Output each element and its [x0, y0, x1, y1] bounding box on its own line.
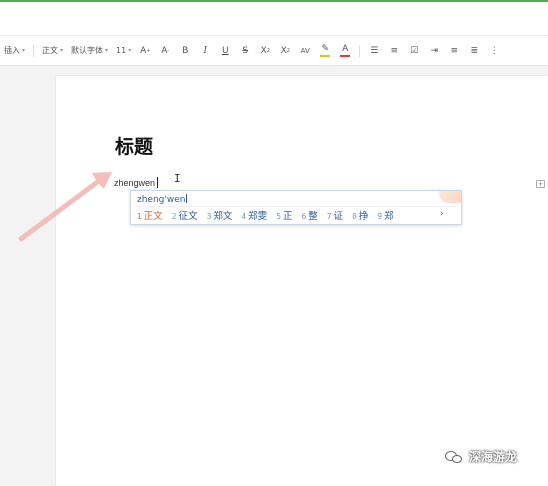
- ime-candidate[interactable]: 7证: [327, 208, 343, 222]
- ime-candidate[interactable]: 5正: [276, 208, 292, 222]
- ime-candidate[interactable]: 1 正文: [137, 208, 163, 222]
- ime-candidate[interactable]: 9郑: [377, 208, 393, 222]
- pointer-arrow-annotation: [18, 172, 112, 242]
- ime-candidate[interactable]: 2 征文: [172, 208, 198, 222]
- wechat-icon: [445, 450, 463, 464]
- ime-skin-decoration: [439, 191, 461, 203]
- ime-candidate[interactable]: 6整: [301, 208, 317, 222]
- watermark: 深海游龙: [445, 448, 517, 465]
- ime-candidate[interactable]: 4 郑雯: [241, 208, 267, 222]
- ime-candidate-window[interactable]: zheng'wen 1 正文 2 征文 3 郑文 4 郑雯 5正 6整 7证 8挣 9郑…: [130, 190, 462, 225]
- ime-candidate-list: 1 正文 2 征文 3 郑文 4 郑雯 5正 6整 7证 8挣 9郑: [137, 208, 403, 222]
- ime-composition-text: zheng'wen: [137, 195, 186, 205]
- ime-divider: [135, 206, 457, 207]
- ime-candidate[interactable]: 3 郑文: [207, 208, 233, 222]
- watermark-text: 深海游龙: [469, 450, 518, 464]
- ime-composition: zheng'wen: [137, 194, 188, 205]
- ime-caret: [186, 194, 188, 203]
- ime-candidate[interactable]: 8挣: [352, 208, 368, 222]
- ime-next-page-icon[interactable]: ›: [440, 209, 444, 219]
